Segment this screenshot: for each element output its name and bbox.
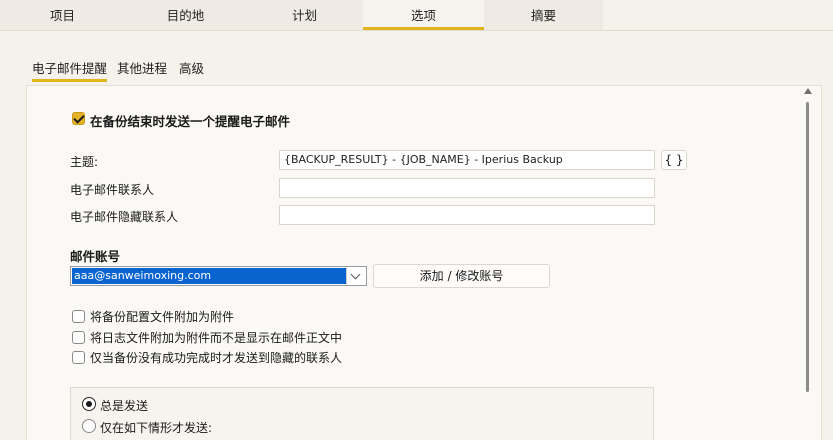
combo-divider <box>346 267 347 285</box>
mail-account-selected-value: aaa@sanweimoxing.com <box>72 268 347 284</box>
send-email-label: 在备份结束时发送一个提醒电子邮件 <box>90 114 291 129</box>
contacts-label: 电子邮件联系人 <box>70 183 155 197</box>
tab-summary[interactable]: 摘要 <box>484 0 603 30</box>
tab-schedule[interactable]: 计划 <box>246 0 363 30</box>
scroll-up-arrow-icon[interactable] <box>804 88 812 94</box>
scroll-thumb[interactable] <box>806 102 809 392</box>
send-email-checkbox[interactable] <box>72 112 85 125</box>
tab-schedule-label: 计划 <box>291 8 317 23</box>
tab-summary-label: 摘要 <box>530 8 556 23</box>
always-send-label: 总是发送 <box>100 399 149 413</box>
contacts-input[interactable] <box>279 178 655 198</box>
add-edit-account-button[interactable]: 添加 / 修改账号 <box>373 264 550 288</box>
tab-destination[interactable]: 目的地 <box>125 0 246 30</box>
conditional-send-radio[interactable] <box>82 419 96 433</box>
subject-label: 主题: <box>70 155 99 169</box>
tab-options[interactable]: 选项 <box>363 0 484 30</box>
hidden-contacts-input[interactable] <box>279 205 655 225</box>
attach-log-checkbox[interactable] <box>72 331 85 344</box>
hidden-on-failure-label: 仅当备份没有成功完成时才发送到隐藏的联系人 <box>90 351 343 365</box>
mail-account-heading: 邮件账号 <box>70 249 121 264</box>
attach-config-checkbox[interactable] <box>72 310 85 323</box>
top-tab-bar: 项目 目的地 计划 选项 摘要 <box>0 0 833 31</box>
hidden-contacts-label: 电子邮件隐藏联系人 <box>70 210 179 224</box>
subtab-email-alert[interactable]: 电子邮件提醒 <box>32 58 108 82</box>
tab-options-label: 选项 <box>410 8 436 23</box>
chevron-down-icon[interactable] <box>350 269 361 280</box>
mail-account-select[interactable]: aaa@sanweimoxing.com <box>70 266 367 286</box>
tab-project-label: 项目 <box>49 8 75 23</box>
vertical-scrollbar[interactable] <box>802 86 816 440</box>
attach-log-label: 将日志文件附加为附件而不是显示在邮件正文中 <box>90 331 343 345</box>
variables-button[interactable]: { } <box>661 150 687 170</box>
tab-project[interactable]: 项目 <box>0 0 125 30</box>
always-send-radio[interactable] <box>82 397 96 411</box>
conditional-send-label: 仅在如下情形才发送: <box>100 421 213 435</box>
attach-config-label: 将备份配置文件附加为附件 <box>90 310 235 324</box>
tab-destination-label: 目的地 <box>166 8 205 23</box>
subject-input[interactable]: {BACKUP_RESULT} - {JOB_NAME} - Iperius B… <box>279 150 655 170</box>
subtab-advanced[interactable]: 高级 <box>179 58 204 82</box>
hidden-on-failure-checkbox[interactable] <box>72 351 85 364</box>
subtab-other-processes[interactable]: 其他进程 <box>117 58 167 82</box>
